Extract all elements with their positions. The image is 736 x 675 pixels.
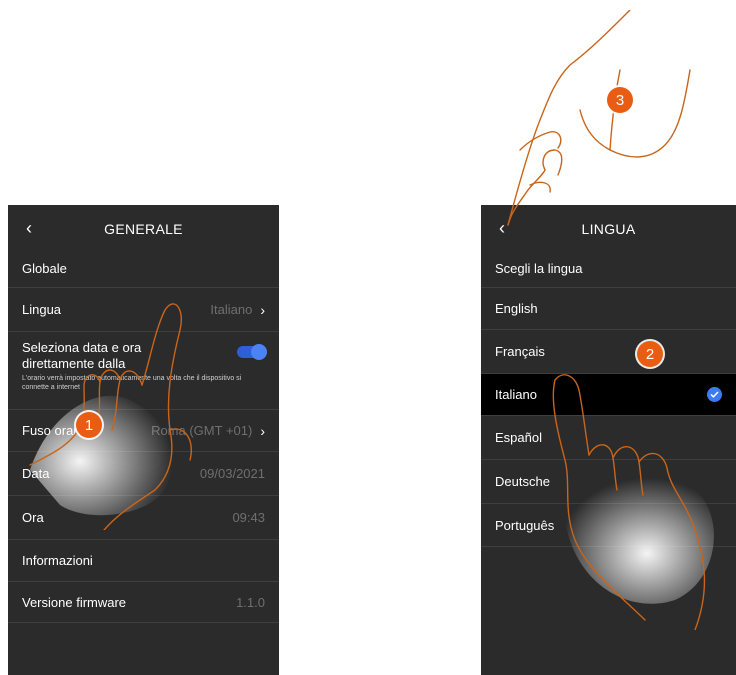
section-heading: Globale [22,261,67,276]
setting-label: Informazioni [22,553,93,568]
header: ‹ GENERALE [8,205,279,253]
section-heading: Scegli la lingua [495,261,583,276]
chevron-right-icon: › [260,301,265,318]
tap-hand-illustration [507,10,691,226]
chevron-right-icon: › [260,422,265,439]
setting-row-firmware[interactable]: Versione firmware 1.1.0 [8,581,279,623]
tap-hand-illustration [552,374,714,630]
tap-hand-illustration [29,303,192,530]
page-title: GENERALE [104,221,183,237]
language-label: English [495,301,538,316]
setting-value: Italiano [210,302,253,317]
setting-value: 1.1.0 [236,594,265,610]
step-badge-2: 2 [637,341,663,367]
language-label: Français [495,344,545,359]
step-badge-1: 1 [76,412,102,438]
language-label: Deutsche [495,474,550,489]
step-badge-3: 3 [607,87,633,113]
toggle-knob [251,344,267,360]
language-option[interactable]: English [481,287,736,329]
setting-row-informazioni[interactable]: Informazioni [8,539,279,581]
language-label: Italiano [495,387,537,402]
language-option[interactable]: Français [481,329,736,373]
setting-value: 09:43 [232,510,265,525]
back-chevron-icon[interactable]: ‹ [26,219,32,237]
language-label: Español [495,430,542,445]
setting-label: Versione firmware [22,594,127,610]
auto-datetime-toggle[interactable] [237,344,267,360]
